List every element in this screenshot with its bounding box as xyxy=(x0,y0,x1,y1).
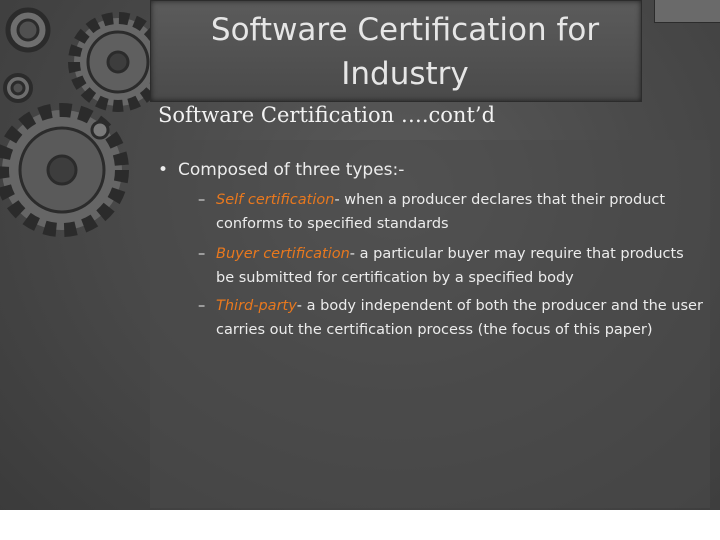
sub-item-third-party: – Third-party- a body independent of bot… xyxy=(198,294,703,342)
sub-item-self: – Self certification- when a producer de… xyxy=(198,188,703,236)
slide-title: Software Certification for Industry xyxy=(210,12,600,92)
sub-item-text: Self certification- when a producer decl… xyxy=(198,188,703,236)
dash-icon: – xyxy=(198,192,206,208)
bullet-dot-icon: • xyxy=(158,160,169,180)
sub-item-buyer: – Buyer certification- a particular buye… xyxy=(198,242,703,290)
term-label: Self certification xyxy=(216,192,335,208)
term-label: Third-party xyxy=(216,298,297,314)
bullet-item: • Composed of three types:- xyxy=(158,160,404,180)
dash-icon: – xyxy=(198,298,206,314)
sub-item-text: Third-party- a body independent of both … xyxy=(198,294,703,342)
term-label: Buyer certification xyxy=(216,246,350,262)
bullet-text: Composed of three types:- xyxy=(178,160,405,180)
slide: Software Certification for Industry Soft… xyxy=(0,0,720,540)
dash-icon: – xyxy=(198,246,206,262)
slide-subtitle: Software Certification ….cont’d xyxy=(158,103,496,127)
sub-item-text: Buyer certification- a particular buyer … xyxy=(198,242,703,290)
corner-tab xyxy=(654,0,720,23)
bottom-strip xyxy=(0,510,720,540)
